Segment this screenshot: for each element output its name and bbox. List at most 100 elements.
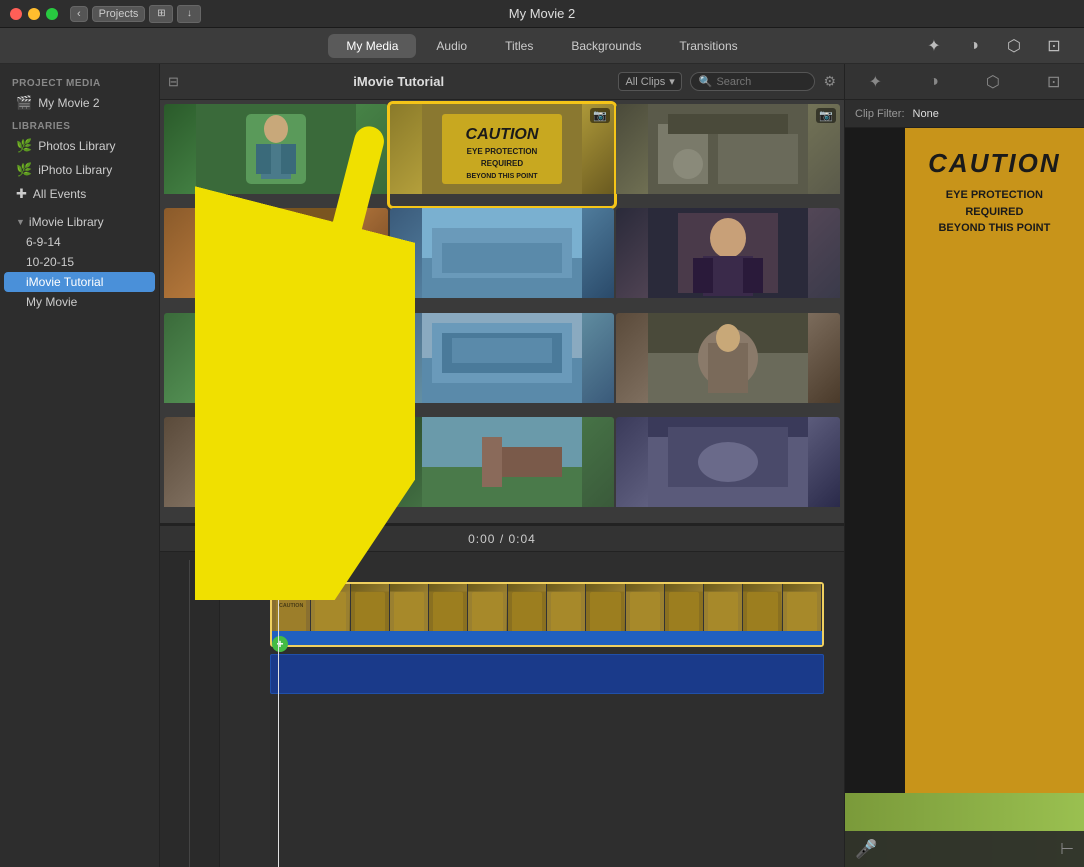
iphoto-icon: 🌿 (16, 162, 32, 178)
sidebar-item-my-movie-tree[interactable]: My Movie (4, 292, 155, 312)
time-display: 0:00 / 0:04 (468, 532, 536, 546)
thumbnail-3[interactable]: 📷 (616, 104, 840, 206)
audio-track (270, 654, 824, 694)
thumbnail-6[interactable] (616, 208, 840, 310)
time-separator: / (500, 532, 509, 546)
thumbnail-1[interactable] (164, 104, 388, 206)
camera-icon: 📷 (816, 108, 836, 123)
sidebar-item-label: Photos Library (38, 139, 115, 153)
close-button[interactable] (10, 8, 22, 20)
clip-strip[interactable]: 4.0s CAUTION (270, 582, 824, 647)
fullscreen-icon[interactable]: ⊢ (1060, 839, 1074, 859)
sidebar-item-label: iPhoto Library (38, 163, 112, 177)
window-controls (10, 8, 58, 20)
palette2-icon[interactable]: ⬡ (982, 68, 1004, 96)
thumb-image-7 (164, 313, 388, 403)
search-box[interactable]: 🔍 (690, 72, 816, 91)
crop2-icon[interactable]: ⊡ (1043, 68, 1064, 96)
filter-label: All Clips (625, 76, 665, 88)
nav-controls: ‹ Projects ⊞ ↓ (70, 5, 201, 23)
thumbnail-4[interactable] (164, 208, 388, 310)
content-area: ⊟ iMovie Tutorial All Clips ▾ 🔍 ⚙ (160, 64, 844, 867)
sidebar: PROJECT MEDIA 🎬 My Movie 2 LIBRARIES 🌿 P… (0, 64, 160, 867)
tab-titles[interactable]: Titles (487, 34, 551, 58)
thumbnail-5[interactable] (390, 208, 614, 310)
wand-icon[interactable]: ✦ (920, 32, 948, 60)
enhance-icon[interactable]: ✦ (865, 68, 886, 96)
download-button[interactable]: ↓ (177, 5, 201, 23)
thumb-image-12 (616, 417, 840, 507)
thumb-image-5 (390, 208, 614, 298)
crop-icon[interactable]: ⊡ (1040, 32, 1068, 60)
chevron-down-icon: ▼ (16, 217, 25, 227)
tab-my-media[interactable]: My Media (328, 34, 416, 58)
timeline-body: 4.0s CAUTION (160, 552, 844, 867)
media-browser-header: ⊟ iMovie Tutorial All Clips ▾ 🔍 ⚙ (160, 64, 844, 100)
microphone-icon[interactable]: 🎤 (855, 839, 877, 860)
back-button[interactable]: ‹ (70, 6, 88, 22)
thumbnail-2[interactable]: 📷 CAUTION EYE PROTECTION REQUIRED BEYOND… (390, 104, 614, 206)
thumb-image-6 (616, 208, 840, 298)
grid-view-button[interactable]: ⊞ (149, 5, 173, 23)
timeline-header: 0:00 / 0:04 (160, 526, 844, 552)
svg-text:EYE PROTECTION: EYE PROTECTION (467, 147, 538, 156)
minimize-button[interactable] (28, 8, 40, 20)
thumbnail-7[interactable] (164, 313, 388, 415)
tab-backgrounds[interactable]: Backgrounds (553, 34, 659, 58)
time-current: 0:00 (468, 532, 495, 546)
media-browser-title: iMovie Tutorial (187, 74, 611, 89)
timeline-area: 0:00 / 0:04 4.0s (160, 524, 844, 867)
title-bar: ‹ Projects ⊞ ↓ My Movie 2 (0, 0, 1084, 28)
all-clips-filter[interactable]: All Clips ▾ (618, 72, 681, 91)
sidebar-item-photos-library[interactable]: 🌿 Photos Library (4, 134, 155, 158)
sidebar-item-label: iMovie Tutorial (26, 275, 103, 289)
sidebar-item-imovie-library[interactable]: ▼ iMovie Library (4, 212, 155, 232)
color-wheel-icon[interactable]: ◑ (960, 32, 988, 60)
search-input[interactable] (716, 76, 806, 88)
sidebar-item-label: All Events (33, 187, 86, 201)
thumbnail-10[interactable] (164, 417, 388, 519)
sidebar-item-label: My Movie (26, 295, 77, 309)
thumbnail-12[interactable] (616, 417, 840, 519)
media-browser: ⊟ iMovie Tutorial All Clips ▾ 🔍 ⚙ (160, 64, 844, 524)
thumbnail-11[interactable] (390, 417, 614, 519)
sidebar-item-imovie-tutorial[interactable]: iMovie Tutorial (4, 272, 155, 292)
thumb-image-11 (390, 417, 614, 507)
photos-icon: 🌿 (16, 138, 32, 154)
settings-icon[interactable]: ⚙ (823, 73, 836, 90)
color-icon[interactable]: ◑ (925, 69, 943, 95)
projects-button[interactable]: Projects (92, 6, 146, 22)
sidebar-item-10-20-15[interactable]: 10-20-15 (4, 252, 155, 272)
clip-filter-value: None (913, 108, 939, 120)
preview-area: CAUTION EYE PROTECTION REQUIRED BEYOND T… (845, 128, 1084, 867)
thumbnails-grid: 📷 CAUTION EYE PROTECTION REQUIRED BEYOND… (160, 100, 844, 523)
time-total: 0:04 (509, 532, 536, 546)
thumbnail-8[interactable] (390, 313, 614, 415)
thumbnail-9[interactable] (616, 313, 840, 415)
add-icon: ✚ (16, 186, 27, 202)
sidebar-item-label: iMovie Library (29, 215, 104, 229)
sidebar-item-6-9-14[interactable]: 6-9-14 (4, 232, 155, 252)
tab-transitions[interactable]: Transitions (661, 34, 755, 58)
search-icon: 🔍 (699, 75, 713, 88)
sidebar-item-all-events[interactable]: ✚ All Events (4, 182, 155, 206)
sidebar-item-label: 6-9-14 (26, 235, 61, 249)
add-clip-badge[interactable]: + (272, 636, 288, 652)
thumb-image-2: 📷 CAUTION EYE PROTECTION REQUIRED BEYOND… (390, 104, 614, 194)
maximize-button[interactable] (46, 8, 58, 20)
sidebar-item-iphoto-library[interactable]: 🌿 iPhoto Library (4, 158, 155, 182)
project-media-header: PROJECT MEDIA (0, 72, 159, 91)
svg-text:CAUTION: CAUTION (279, 603, 303, 609)
svg-text:REQUIRED: REQUIRED (481, 159, 523, 168)
sidebar-item-label: My Movie 2 (38, 96, 99, 110)
playhead[interactable] (278, 552, 279, 867)
clip-duration: 4.0s (276, 586, 303, 599)
thumb-image-3: 📷 (616, 104, 840, 194)
svg-text:CAUTION: CAUTION (466, 126, 539, 143)
grid-layout-button[interactable]: ⊟ (168, 74, 179, 90)
right-panel-toolbar: ✦ ◑ ⬡ ⊡ (845, 64, 1084, 100)
sidebar-item-my-movie[interactable]: 🎬 My Movie 2 (4, 91, 155, 115)
palette-icon[interactable]: ⬡ (1000, 32, 1028, 60)
playhead-triangle (270, 552, 280, 560)
tab-audio[interactable]: Audio (418, 34, 485, 58)
